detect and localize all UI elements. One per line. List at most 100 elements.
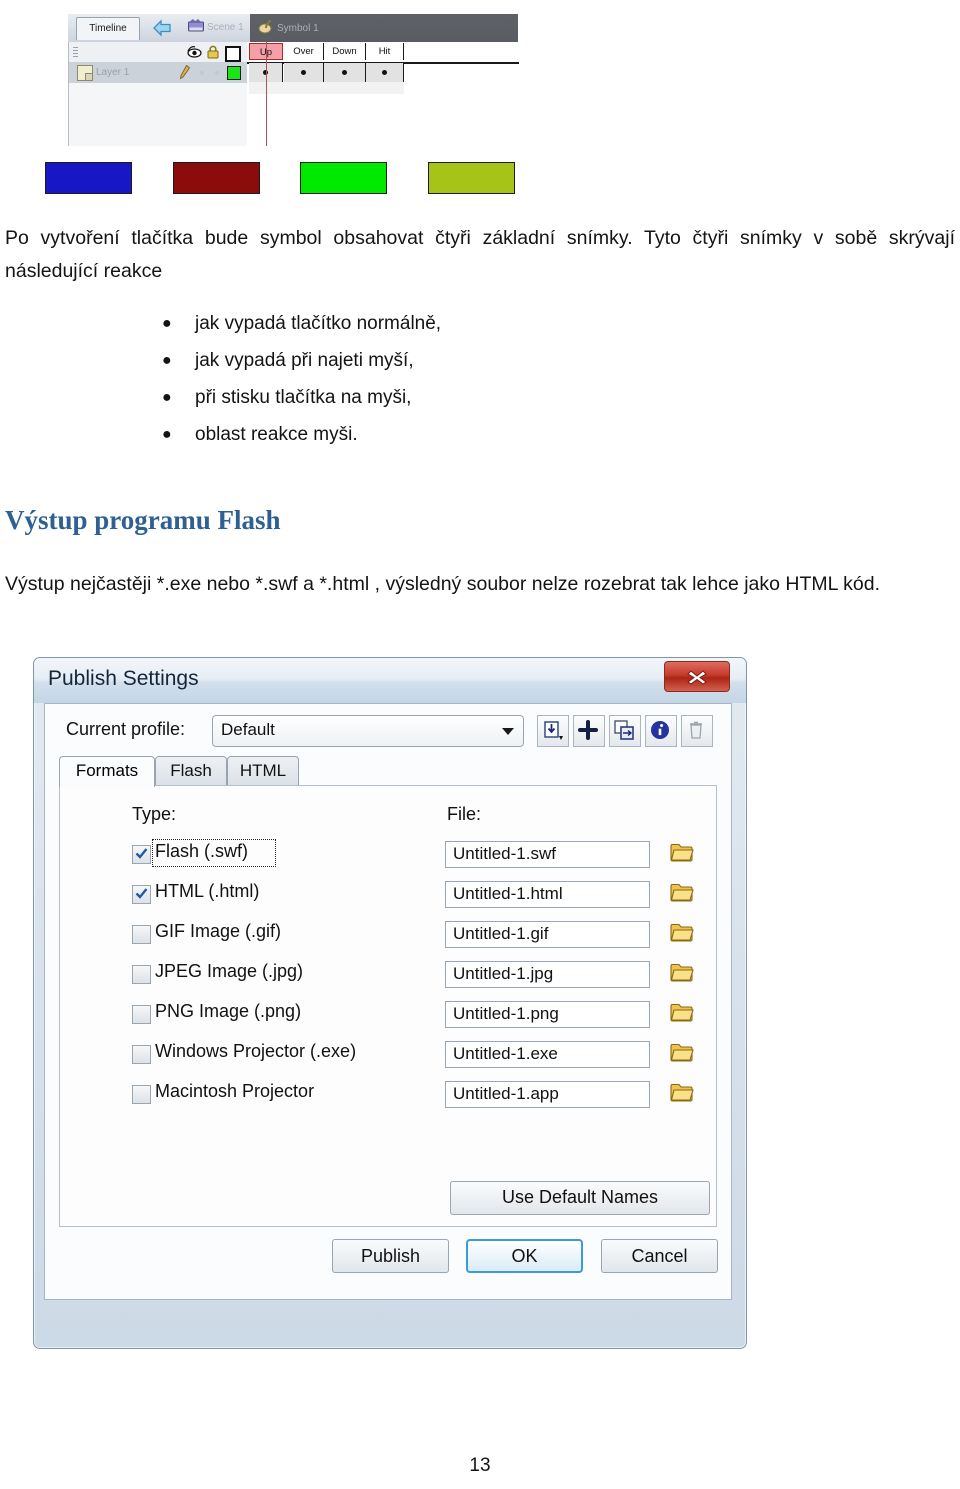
format-label-html: HTML (.html) [155, 881, 260, 901]
body-paragraph: Výstup nejčastěji *.exe nebo *.swf a *.h… [5, 573, 881, 595]
folder-icon[interactable] [670, 921, 697, 944]
lock-icon[interactable] [207, 45, 219, 59]
import-profile-icon[interactable] [537, 715, 569, 747]
layer-row[interactable]: Layer 1 [69, 62, 247, 84]
folder-icon[interactable] [670, 841, 697, 864]
file-input-value: Untitled-1.jpg [453, 964, 554, 983]
format-row-jpeg: JPEG Image (.jpg) Untitled-1.jpg [60, 956, 716, 995]
breadcrumb-symbol[interactable]: Symbol 1 [258, 19, 319, 37]
current-profile-label: Current profile: [66, 719, 186, 739]
back-arrow-icon[interactable] [150, 19, 174, 37]
keyframe-down[interactable] [324, 63, 366, 82]
frame-label-row: Up Over Down Hit [247, 42, 519, 64]
profile-select-value: Default [221, 720, 275, 739]
file-input-value: Untitled-1.gif [453, 924, 549, 943]
publish-button[interactable]: Publish [332, 1239, 449, 1273]
bullet-glyph: ● [162, 389, 172, 406]
file-input-value: Untitled-1.png [453, 1004, 559, 1023]
format-row-gif: GIF Image (.gif) Untitled-1.gif [60, 916, 716, 955]
checkbox-html[interactable] [132, 885, 151, 904]
folder-icon[interactable] [670, 881, 697, 904]
format-label-gif: GIF Image (.gif) [155, 921, 282, 941]
frame-label-hit[interactable]: Hit [366, 43, 404, 60]
list-item: ● při stisku tlačítka na myši, [5, 379, 441, 416]
keyframe-row [249, 63, 404, 83]
ok-button[interactable]: OK [466, 1239, 583, 1273]
format-row-windows-projector: Windows Projector (.exe) Untitled-1.exe [60, 1036, 716, 1075]
pencil-icon [179, 64, 191, 80]
plus-icon[interactable] [573, 715, 605, 747]
column-header-file: File: [447, 804, 482, 824]
layer-dot-lock[interactable] [215, 71, 219, 75]
scene-icon [188, 19, 204, 33]
folder-icon[interactable] [670, 1041, 697, 1064]
olive-swatch [428, 162, 515, 194]
folder-icon[interactable] [670, 1001, 697, 1024]
bullet-text: jak vypadá tlačítko normálně, [195, 313, 442, 334]
format-label-flash: Flash (.swf) [155, 841, 249, 861]
close-x-icon[interactable] [664, 661, 730, 692]
bullet-glyph: ● [162, 315, 172, 332]
file-input-windows-projector[interactable]: Untitled-1.exe [445, 1041, 650, 1068]
folder-icon[interactable] [670, 1081, 697, 1104]
playhead-line [266, 42, 267, 146]
profile-select[interactable]: Default [212, 715, 524, 747]
file-input-macintosh-projector[interactable]: Untitled-1.app [445, 1081, 650, 1108]
profile-row: Current profile: Default [45, 704, 731, 756]
cancel-button[interactable]: Cancel [601, 1239, 718, 1273]
profile-properties-icon[interactable] [645, 715, 677, 747]
checkbox-windows-projector[interactable] [132, 1045, 151, 1064]
checkbox-gif[interactable] [132, 925, 151, 944]
format-row-html: HTML (.html) Untitled-1.html [60, 876, 716, 915]
file-input-jpeg[interactable]: Untitled-1.jpg [445, 961, 650, 988]
bullet-text: oblast reakce myši. [195, 424, 358, 445]
layer-name: Layer 1 [96, 67, 130, 78]
format-label-jpeg: JPEG Image (.jpg) [155, 961, 304, 981]
timeline-frames: Up Over Down Hit [247, 42, 519, 146]
flash-timeline-screenshot: Timeline Scene 1 Symbol 1 Layer 1 Over D… [68, 14, 519, 146]
list-item: ● oblast reakce myši. [5, 416, 441, 453]
file-input-gif[interactable]: Untitled-1.gif [445, 921, 650, 948]
duplicate-profile-icon[interactable] [609, 715, 641, 747]
file-input-flash[interactable]: Untitled-1.swf [445, 841, 650, 868]
tab-html[interactable]: HTML [227, 756, 299, 785]
file-input-html[interactable]: Untitled-1.html [445, 881, 650, 908]
format-row-macintosh-projector: Macintosh Projector Untitled-1.app [60, 1076, 716, 1115]
file-input-value: Untitled-1.html [453, 884, 563, 903]
checkbox-flash[interactable] [132, 845, 151, 864]
tab-formats[interactable]: Formats [59, 756, 155, 787]
column-header-type: Type: [132, 804, 177, 824]
eye-icon[interactable] [187, 45, 202, 59]
layer-color-swatch[interactable] [227, 66, 241, 80]
page-number: 13 [469, 1455, 491, 1476]
file-input-value: Untitled-1.swf [453, 844, 556, 863]
format-label-macintosh-projector: Macintosh Projector [155, 1081, 315, 1101]
dialog-titlebar[interactable]: Publish Settings [34, 658, 746, 703]
frame-label-over[interactable]: Over [284, 43, 324, 60]
dialog-content: Current profile: Default Formats Flash H… [44, 703, 732, 1300]
tab-flash[interactable]: Flash [155, 756, 227, 785]
checkbox-png[interactable] [132, 1005, 151, 1024]
breadcrumb-scene[interactable]: Scene 1 [188, 19, 244, 37]
use-default-names-button[interactable]: Use Default Names [450, 1181, 710, 1215]
folder-icon[interactable] [670, 961, 697, 984]
layer-dot-visible[interactable] [200, 71, 204, 75]
keyframe-hit[interactable] [366, 63, 404, 82]
dialog-title: Publish Settings [48, 667, 199, 690]
checkbox-macintosh-projector[interactable] [132, 1085, 151, 1104]
layer-icon [77, 65, 93, 81]
frame-label-down[interactable]: Down [324, 43, 366, 60]
chevron-down-icon [502, 728, 514, 735]
tab-timeline[interactable]: Timeline [76, 17, 140, 40]
timeline-body: Layer 1 Up Over Down Hit [68, 42, 519, 146]
format-label-png: PNG Image (.png) [155, 1001, 302, 1021]
outline-square-icon[interactable] [225, 46, 241, 62]
blue-swatch [45, 162, 132, 194]
keyframe-over[interactable] [284, 63, 324, 82]
checkbox-jpeg[interactable] [132, 965, 151, 984]
file-input-png[interactable]: Untitled-1.png [445, 1001, 650, 1028]
reaction-bullet-list: ● jak vypadá tlačítko normálně, ● jak vypa… [5, 305, 441, 453]
file-input-value: Untitled-1.exe [453, 1044, 558, 1063]
breadcrumb-scene-label: Scene 1 [207, 22, 244, 33]
format-row-flash: Flash (.swf) Untitled-1.swf [60, 836, 716, 875]
